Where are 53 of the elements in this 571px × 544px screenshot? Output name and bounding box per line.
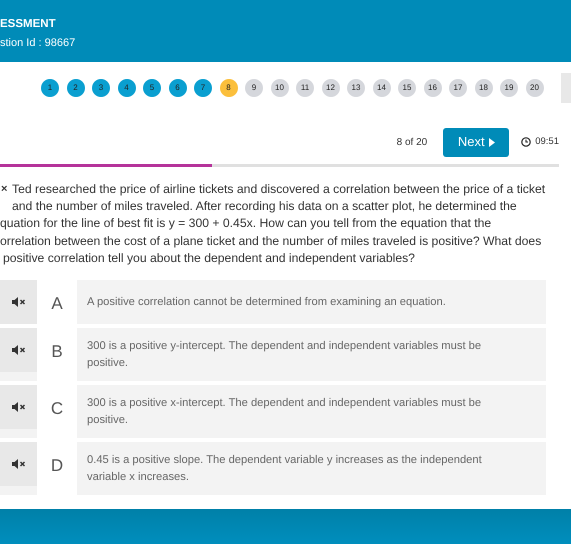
question-id: stion Id : 98667 (0, 36, 76, 50)
timer: 09:51 (535, 134, 559, 149)
question-number[interactable]: 1 (41, 79, 59, 97)
question-number[interactable]: 4 (118, 79, 136, 97)
question-text: quation for the line of best fit is y = 300 + 0.45x. How can you tell from the equation that the (0, 215, 492, 232)
mute-button[interactable] (0, 328, 37, 372)
option-letter: C (37, 385, 77, 438)
question-number[interactable]: 20 (526, 79, 544, 97)
question-number[interactable]: 8 (220, 79, 238, 97)
close-icon[interactable]: × (0, 181, 12, 198)
clock-icon (521, 137, 532, 147)
option-text: 0.45 is a positive slope. The dependent variable y increases as the independent variable x increases. (86, 453, 483, 486)
answer-option[interactable]: D 0.45 is a positive slope. The dependent variable y increases as the independent variable x increases. (0, 442, 546, 496)
play-icon (488, 138, 495, 146)
question-number[interactable]: 7 (194, 79, 212, 97)
question-number[interactable]: 17 (449, 79, 467, 97)
option-letter: B (37, 328, 77, 382)
option-letter: A (37, 280, 77, 324)
question-number[interactable]: 13 (347, 79, 365, 97)
question-text: Ted researched the price of airline tickets and discovered a correlation between the price of a ticket (12, 181, 546, 198)
answer-option[interactable]: A A positive correlation cannot be determined from examining an equation. (0, 280, 546, 324)
question-number[interactable]: 3 (92, 79, 110, 97)
question-number[interactable]: 6 (168, 79, 186, 97)
mute-button[interactable] (0, 385, 37, 430)
question-number[interactable]: 2 (66, 79, 84, 97)
assessment-title: ESSMENT (0, 17, 57, 31)
mute-button[interactable] (0, 280, 37, 324)
question-number[interactable]: 19 (500, 79, 518, 97)
question-counter: 8 of 20 (396, 136, 428, 150)
speaker-muted-icon (12, 296, 26, 308)
question-number[interactable]: 10 (270, 79, 288, 97)
speaker-muted-icon (12, 344, 26, 356)
option-text: 300 is a positive x-intercept. The dependent and independent variables must be positive. (86, 396, 482, 428)
option-text: A positive correlation cannot be determined from examining an equation. (86, 295, 447, 310)
answer-option[interactable]: B 300 is a positive y-intercept. The dependent and independent variables must be positive. (0, 328, 546, 382)
question-text: and the number of miles traveled. After recording his data on a scatter plot, he determined the (11, 198, 517, 216)
question-number[interactable]: 12 (322, 79, 340, 97)
question-number[interactable]: 9 (245, 79, 263, 97)
question-number[interactable]: 11 (296, 79, 314, 97)
option-text: 300 is a positive y-intercept. The dependent and independent variables must be positive. (86, 339, 482, 372)
speaker-muted-icon (12, 458, 26, 470)
question-number[interactable]: 18 (474, 79, 492, 97)
mute-button[interactable] (0, 442, 37, 486)
question-number[interactable]: 14 (372, 79, 390, 97)
question-number[interactable]: 5 (143, 79, 161, 97)
option-letter: D (37, 442, 77, 496)
question-text: positive correlation tell you about the dependent and independent variables? (2, 250, 415, 267)
answer-option[interactable]: C 300 is a positive x-intercept. The dependent and independent variables must be positive. (0, 385, 546, 438)
next-button[interactable]: Next (443, 128, 510, 156)
question-text: orrelation between the cost of a plane ticket and the number of miles traveled is positive? What does (0, 232, 542, 250)
speaker-muted-icon (12, 401, 26, 414)
question-number[interactable]: 15 (398, 79, 416, 97)
question-number[interactable]: 16 (424, 79, 442, 97)
